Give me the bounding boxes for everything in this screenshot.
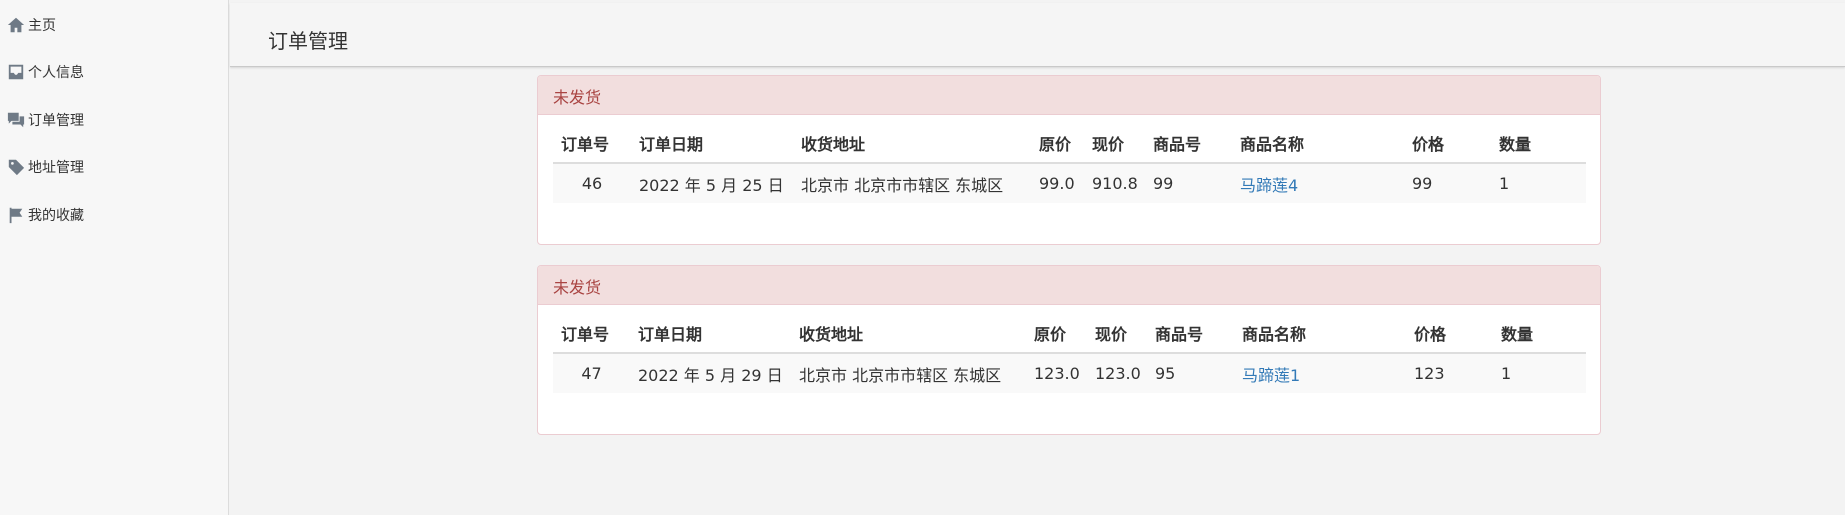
home-icon xyxy=(6,15,26,35)
table-header-row: 订单号 订单日期 收货地址 原价 现价 商品号 商品名称 价格 数量 xyxy=(553,314,1586,354)
sidebar-item-profile[interactable]: 个人信息 xyxy=(6,61,84,83)
original-price-cell: 123.0 xyxy=(1026,353,1087,393)
order-date-cell: 2022 年 5 月 25 日 xyxy=(631,163,793,203)
sidebar-item-label: 主页 xyxy=(28,18,56,34)
current-price-cell: 123.0 xyxy=(1087,353,1147,393)
page-title: 订单管理 xyxy=(268,29,348,53)
col-header-original-price: 原价 xyxy=(1026,314,1087,354)
price-cell: 123 xyxy=(1406,353,1493,393)
col-header-quantity: 数量 xyxy=(1493,314,1586,354)
order-no-cell: 47 xyxy=(553,353,630,393)
quantity-cell: 1 xyxy=(1493,353,1586,393)
current-price-cell: 910.8 xyxy=(1084,163,1145,203)
sidebar-item-orders[interactable]: 订单管理 xyxy=(6,109,84,131)
col-header-current-price: 现价 xyxy=(1084,124,1145,164)
order-status-heading: 未发货 xyxy=(538,266,1600,305)
col-header-product-no: 商品号 xyxy=(1145,124,1232,164)
order-panel: 未发货 订单号 订单日期 收货地址 原价 现价 商品号 商品名称 价格 数量 4… xyxy=(537,75,1601,245)
flag-icon xyxy=(6,205,26,225)
col-header-original-price: 原价 xyxy=(1031,124,1084,164)
app-root: 主页 个人信息 订单管理 地址管理 我的收藏 订单管理 未发货 订单号 订单日期… xyxy=(0,0,1845,515)
product-link[interactable]: 马蹄莲4 xyxy=(1240,176,1298,195)
col-header-order-no: 订单号 xyxy=(553,314,630,354)
col-header-product-no: 商品号 xyxy=(1147,314,1234,354)
price-cell: 99 xyxy=(1404,163,1491,203)
product-link[interactable]: 马蹄莲1 xyxy=(1242,366,1300,385)
sidebar-item-address[interactable]: 地址管理 xyxy=(6,156,84,178)
order-table: 订单号 订单日期 收货地址 原价 现价 商品号 商品名称 价格 数量 46 20… xyxy=(553,124,1586,203)
col-header-address: 收货地址 xyxy=(791,314,1026,354)
original-price-cell: 99.0 xyxy=(1031,163,1084,203)
address-cell: 北京市 北京市市辖区 东城区 xyxy=(791,353,1026,393)
sidebar: 主页 个人信息 订单管理 地址管理 我的收藏 xyxy=(0,0,229,515)
col-header-price: 价格 xyxy=(1404,124,1491,164)
col-header-current-price: 现价 xyxy=(1087,314,1147,354)
product-no-cell: 99 xyxy=(1145,163,1232,203)
sidebar-item-label: 我的收藏 xyxy=(28,208,84,224)
sidebar-item-favorites[interactable]: 我的收藏 xyxy=(6,204,84,226)
col-header-date: 订单日期 xyxy=(631,124,793,164)
tag-icon xyxy=(6,157,26,177)
product-no-cell: 95 xyxy=(1147,353,1234,393)
sidebar-item-home[interactable]: 主页 xyxy=(6,14,56,36)
sidebar-item-label: 订单管理 xyxy=(28,113,84,129)
col-header-product-name: 商品名称 xyxy=(1234,314,1406,354)
col-header-order-no: 订单号 xyxy=(553,124,631,164)
quantity-cell: 1 xyxy=(1491,163,1586,203)
order-panel: 未发货 订单号 订单日期 收货地址 原价 现价 商品号 商品名称 价格 数量 4… xyxy=(537,265,1601,435)
table-row: 47 2022 年 5 月 29 日 北京市 北京市市辖区 东城区 123.0 … xyxy=(553,353,1586,393)
page-header: 订单管理 xyxy=(230,3,1845,67)
col-header-product-name: 商品名称 xyxy=(1232,124,1404,164)
product-name-cell: 马蹄莲4 xyxy=(1232,163,1404,203)
col-header-quantity: 数量 xyxy=(1491,124,1586,164)
table-header-row: 订单号 订单日期 收货地址 原价 现价 商品号 商品名称 价格 数量 xyxy=(553,124,1586,164)
product-name-cell: 马蹄莲1 xyxy=(1234,353,1406,393)
order-table: 订单号 订单日期 收货地址 原价 现价 商品号 商品名称 价格 数量 47 20… xyxy=(553,314,1586,393)
order-date-cell: 2022 年 5 月 29 日 xyxy=(630,353,791,393)
inbox-icon xyxy=(6,62,26,82)
comments-icon xyxy=(6,110,26,130)
table-row: 46 2022 年 5 月 25 日 北京市 北京市市辖区 东城区 99.0 9… xyxy=(553,163,1586,203)
sidebar-item-label: 地址管理 xyxy=(28,160,84,176)
col-header-address: 收货地址 xyxy=(793,124,1031,164)
col-header-price: 价格 xyxy=(1406,314,1493,354)
sidebar-item-label: 个人信息 xyxy=(28,65,84,81)
order-status-heading: 未发货 xyxy=(538,76,1600,115)
address-cell: 北京市 北京市市辖区 东城区 xyxy=(793,163,1031,203)
col-header-date: 订单日期 xyxy=(630,314,791,354)
order-no-cell: 46 xyxy=(553,163,631,203)
